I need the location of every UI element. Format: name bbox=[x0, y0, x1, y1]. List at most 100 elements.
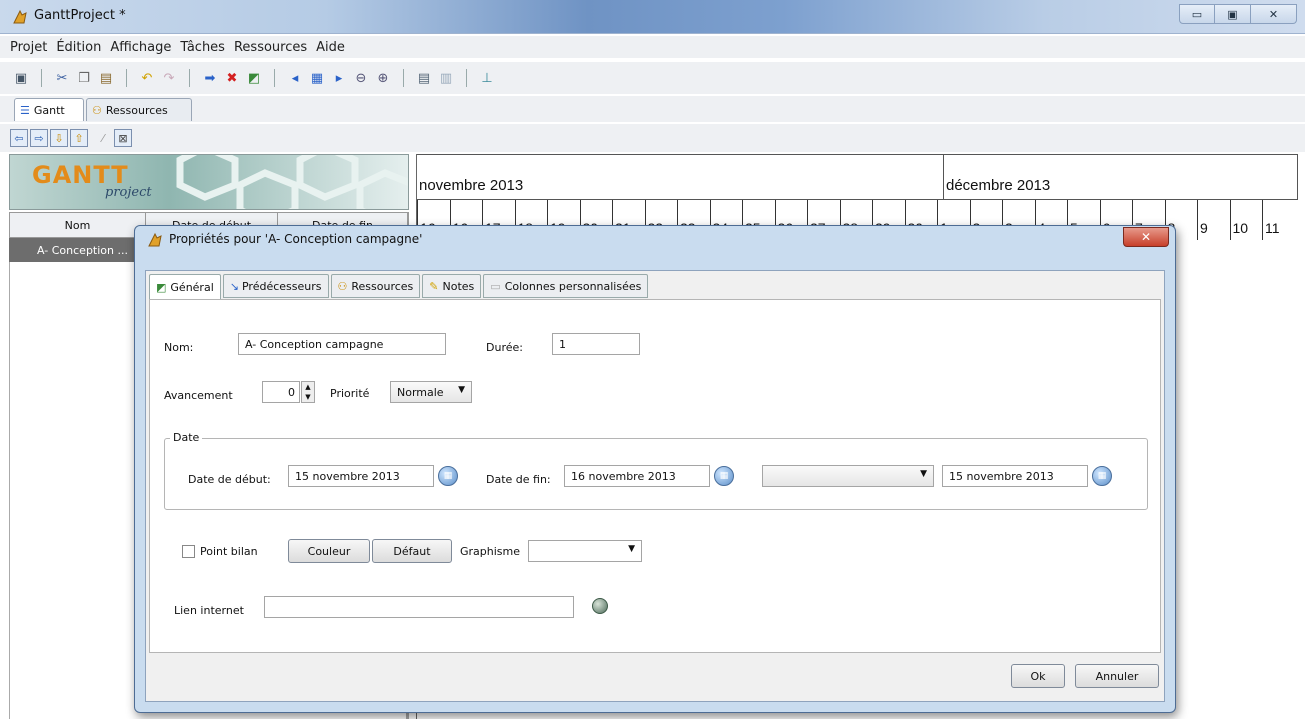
color-button[interactable]: Couleur bbox=[288, 539, 370, 563]
tab-predecessors-label: Prédécesseurs bbox=[241, 279, 322, 293]
notes-tab-icon: ✎ bbox=[429, 279, 439, 293]
end-date-field[interactable]: 16 novembre 2013 bbox=[564, 465, 710, 487]
cancel-button[interactable]: Annuler bbox=[1075, 664, 1159, 688]
priority-value: Normale bbox=[397, 386, 444, 399]
tab-custom-columns[interactable]: ▭ Colonnes personnalisées bbox=[483, 274, 649, 298]
maximize-icon: ▣ bbox=[1227, 7, 1238, 21]
export-icon[interactable]: ▥ bbox=[437, 69, 455, 87]
priority-select[interactable]: Normale ▼ bbox=[390, 381, 472, 403]
date-group-label: Date bbox=[170, 431, 203, 444]
tab-notes-label: Notes bbox=[442, 279, 475, 293]
paste-icon[interactable]: ▤ bbox=[97, 69, 115, 87]
menu-projet[interactable]: Projet bbox=[10, 40, 47, 55]
zoom-in-icon[interactable]: ⊕ bbox=[374, 69, 392, 87]
gantt-logo-banner: GANTT project bbox=[9, 154, 409, 210]
name-field[interactable]: A- Conception campagne bbox=[238, 333, 446, 355]
zoom-out-icon[interactable]: ⊖ bbox=[352, 69, 370, 87]
indent-icon[interactable]: ➡ bbox=[201, 69, 219, 87]
milestone-label: Point bilan bbox=[200, 545, 258, 558]
tab-predecessors[interactable]: ↘ Prédécesseurs bbox=[222, 274, 329, 298]
default-button[interactable]: Défaut bbox=[372, 539, 452, 563]
properties-icon[interactable]: ◩ bbox=[245, 69, 263, 87]
menu-aide[interactable]: Aide bbox=[316, 40, 345, 55]
task-properties-dialog: Propriétés pour 'A- Conception campagne'… bbox=[134, 225, 1176, 713]
chevron-down-icon: ▼ bbox=[920, 469, 927, 479]
minimize-button[interactable]: ▭ bbox=[1179, 4, 1215, 24]
delete-icon[interactable]: ✖ bbox=[223, 69, 241, 87]
arrow-down-icon[interactable]: ⇩ bbox=[50, 129, 68, 147]
menu-ressources[interactable]: Ressources bbox=[234, 40, 307, 55]
day-header-cell: 9 bbox=[1197, 200, 1230, 240]
toolbar-separator bbox=[403, 69, 404, 87]
maximize-button[interactable]: ▣ bbox=[1215, 4, 1251, 24]
print-icon[interactable]: ▤ bbox=[415, 69, 433, 87]
duration-field[interactable]: 1 bbox=[552, 333, 640, 355]
progress-spinner[interactable]: 0 bbox=[262, 381, 300, 403]
tab-notes[interactable]: ✎ Notes bbox=[422, 274, 482, 298]
spinner-arrows-icon[interactable]: ▲ ▼ bbox=[301, 381, 315, 403]
progress-label: Avancement bbox=[164, 389, 233, 402]
tab-custom-columns-label: Colonnes personnalisées bbox=[504, 279, 642, 293]
chevron-down-icon: ▼ bbox=[628, 544, 635, 554]
date-mode-select[interactable]: ▼ bbox=[762, 465, 934, 487]
close-icon: ✕ bbox=[1268, 7, 1279, 21]
logo-sub-text: project bbox=[105, 185, 152, 200]
predecessors-tab-icon: ↘ bbox=[229, 279, 239, 293]
priority-label: Priorité bbox=[330, 387, 370, 400]
dialog-tab-bar: ◩ Général ↘ Prédécesseurs ⚇ Ressources ✎… bbox=[149, 274, 650, 300]
copy-icon[interactable]: ❐ bbox=[75, 69, 93, 87]
resources-tab-icon: ⚇ bbox=[337, 279, 348, 293]
arrow-up-icon[interactable]: ⇧ bbox=[70, 129, 88, 147]
calendar-icon[interactable]: ▦ bbox=[1092, 466, 1112, 486]
minimize-icon: ▭ bbox=[1191, 7, 1203, 21]
arrow-left-icon[interactable]: ⇦ bbox=[10, 129, 28, 147]
scroll-left-icon[interactable]: ◂ bbox=[286, 69, 304, 87]
duration-label: Durée: bbox=[486, 341, 523, 354]
tab-gantt[interactable]: ☰ Gantt bbox=[14, 98, 84, 121]
cut-icon[interactable]: ✂ bbox=[53, 69, 71, 87]
web-link-field[interactable] bbox=[264, 596, 574, 618]
tab-general[interactable]: ◩ Général bbox=[149, 274, 221, 300]
title-bar: GanttProject * ▭ ▣ ✕ bbox=[0, 0, 1305, 34]
start-date-field[interactable]: 15 novembre 2013 bbox=[288, 465, 434, 487]
tab-gantt-label: Gantt bbox=[33, 103, 65, 117]
task-name: A- Conception ... bbox=[37, 243, 128, 257]
ok-button[interactable]: Ok bbox=[1011, 664, 1065, 688]
toolbar-separator bbox=[126, 69, 127, 87]
tab-resources[interactable]: ⚇ Ressources bbox=[330, 274, 421, 298]
third-date-field[interactable]: 15 novembre 2013 bbox=[942, 465, 1088, 487]
window-controls: ▭ ▣ ✕ bbox=[1179, 4, 1297, 26]
main-tab-bar: ☰ Gantt ⚇ Ressources bbox=[0, 96, 1305, 122]
arrow-right-icon[interactable]: ⇨ bbox=[30, 129, 48, 147]
calendar-icon[interactable]: ▦ bbox=[714, 466, 734, 486]
name-label: Nom: bbox=[164, 341, 194, 354]
menu-taches[interactable]: Tâches bbox=[180, 40, 225, 55]
toolbar-separator bbox=[466, 69, 467, 87]
scroll-right-icon[interactable]: ▸ bbox=[330, 69, 348, 87]
dialog-close-button[interactable]: ✕ bbox=[1123, 227, 1169, 247]
resources-tab-icon: ⚇ bbox=[92, 103, 102, 117]
close-button[interactable]: ✕ bbox=[1251, 4, 1297, 24]
grid-icon[interactable]: ▦ bbox=[308, 69, 326, 87]
month-header-december: décembre 2013 bbox=[944, 154, 1298, 200]
save-icon[interactable]: ▣ bbox=[12, 69, 30, 87]
start-date-label: Date de début: bbox=[188, 473, 271, 486]
redo-icon[interactable]: ↷ bbox=[160, 69, 178, 87]
column-header-name[interactable]: Nom bbox=[10, 213, 146, 237]
link-icon[interactable]: ⁄ bbox=[94, 129, 112, 147]
menu-affichage[interactable]: Affichage bbox=[110, 40, 171, 55]
tab-resources[interactable]: ⚇ Ressources bbox=[86, 98, 192, 121]
undo-icon[interactable]: ↶ bbox=[138, 69, 156, 87]
window-title: GanttProject * bbox=[34, 8, 126, 23]
toolbar: ▣ ✂ ❐ ▤ ↶ ↷ ➡ ✖ ◩ ◂ ▦ ▸ ⊖ ⊕ ▤ ▥ ⊥ bbox=[0, 62, 1305, 94]
chart-icon[interactable]: ⊥ bbox=[478, 69, 496, 87]
globe-icon[interactable] bbox=[592, 598, 608, 614]
milestone-checkbox[interactable] bbox=[182, 545, 195, 558]
menu-edition[interactable]: Édition bbox=[56, 40, 101, 55]
unlink-icon[interactable]: ⊠ bbox=[114, 129, 132, 147]
menu-bar: Projet Édition Affichage Tâches Ressourc… bbox=[0, 36, 1305, 58]
day-header-cell: 10 bbox=[1229, 200, 1263, 240]
shape-select[interactable]: ▼ bbox=[528, 540, 642, 562]
toolbar-separator bbox=[41, 69, 42, 87]
calendar-icon[interactable]: ▦ bbox=[438, 466, 458, 486]
